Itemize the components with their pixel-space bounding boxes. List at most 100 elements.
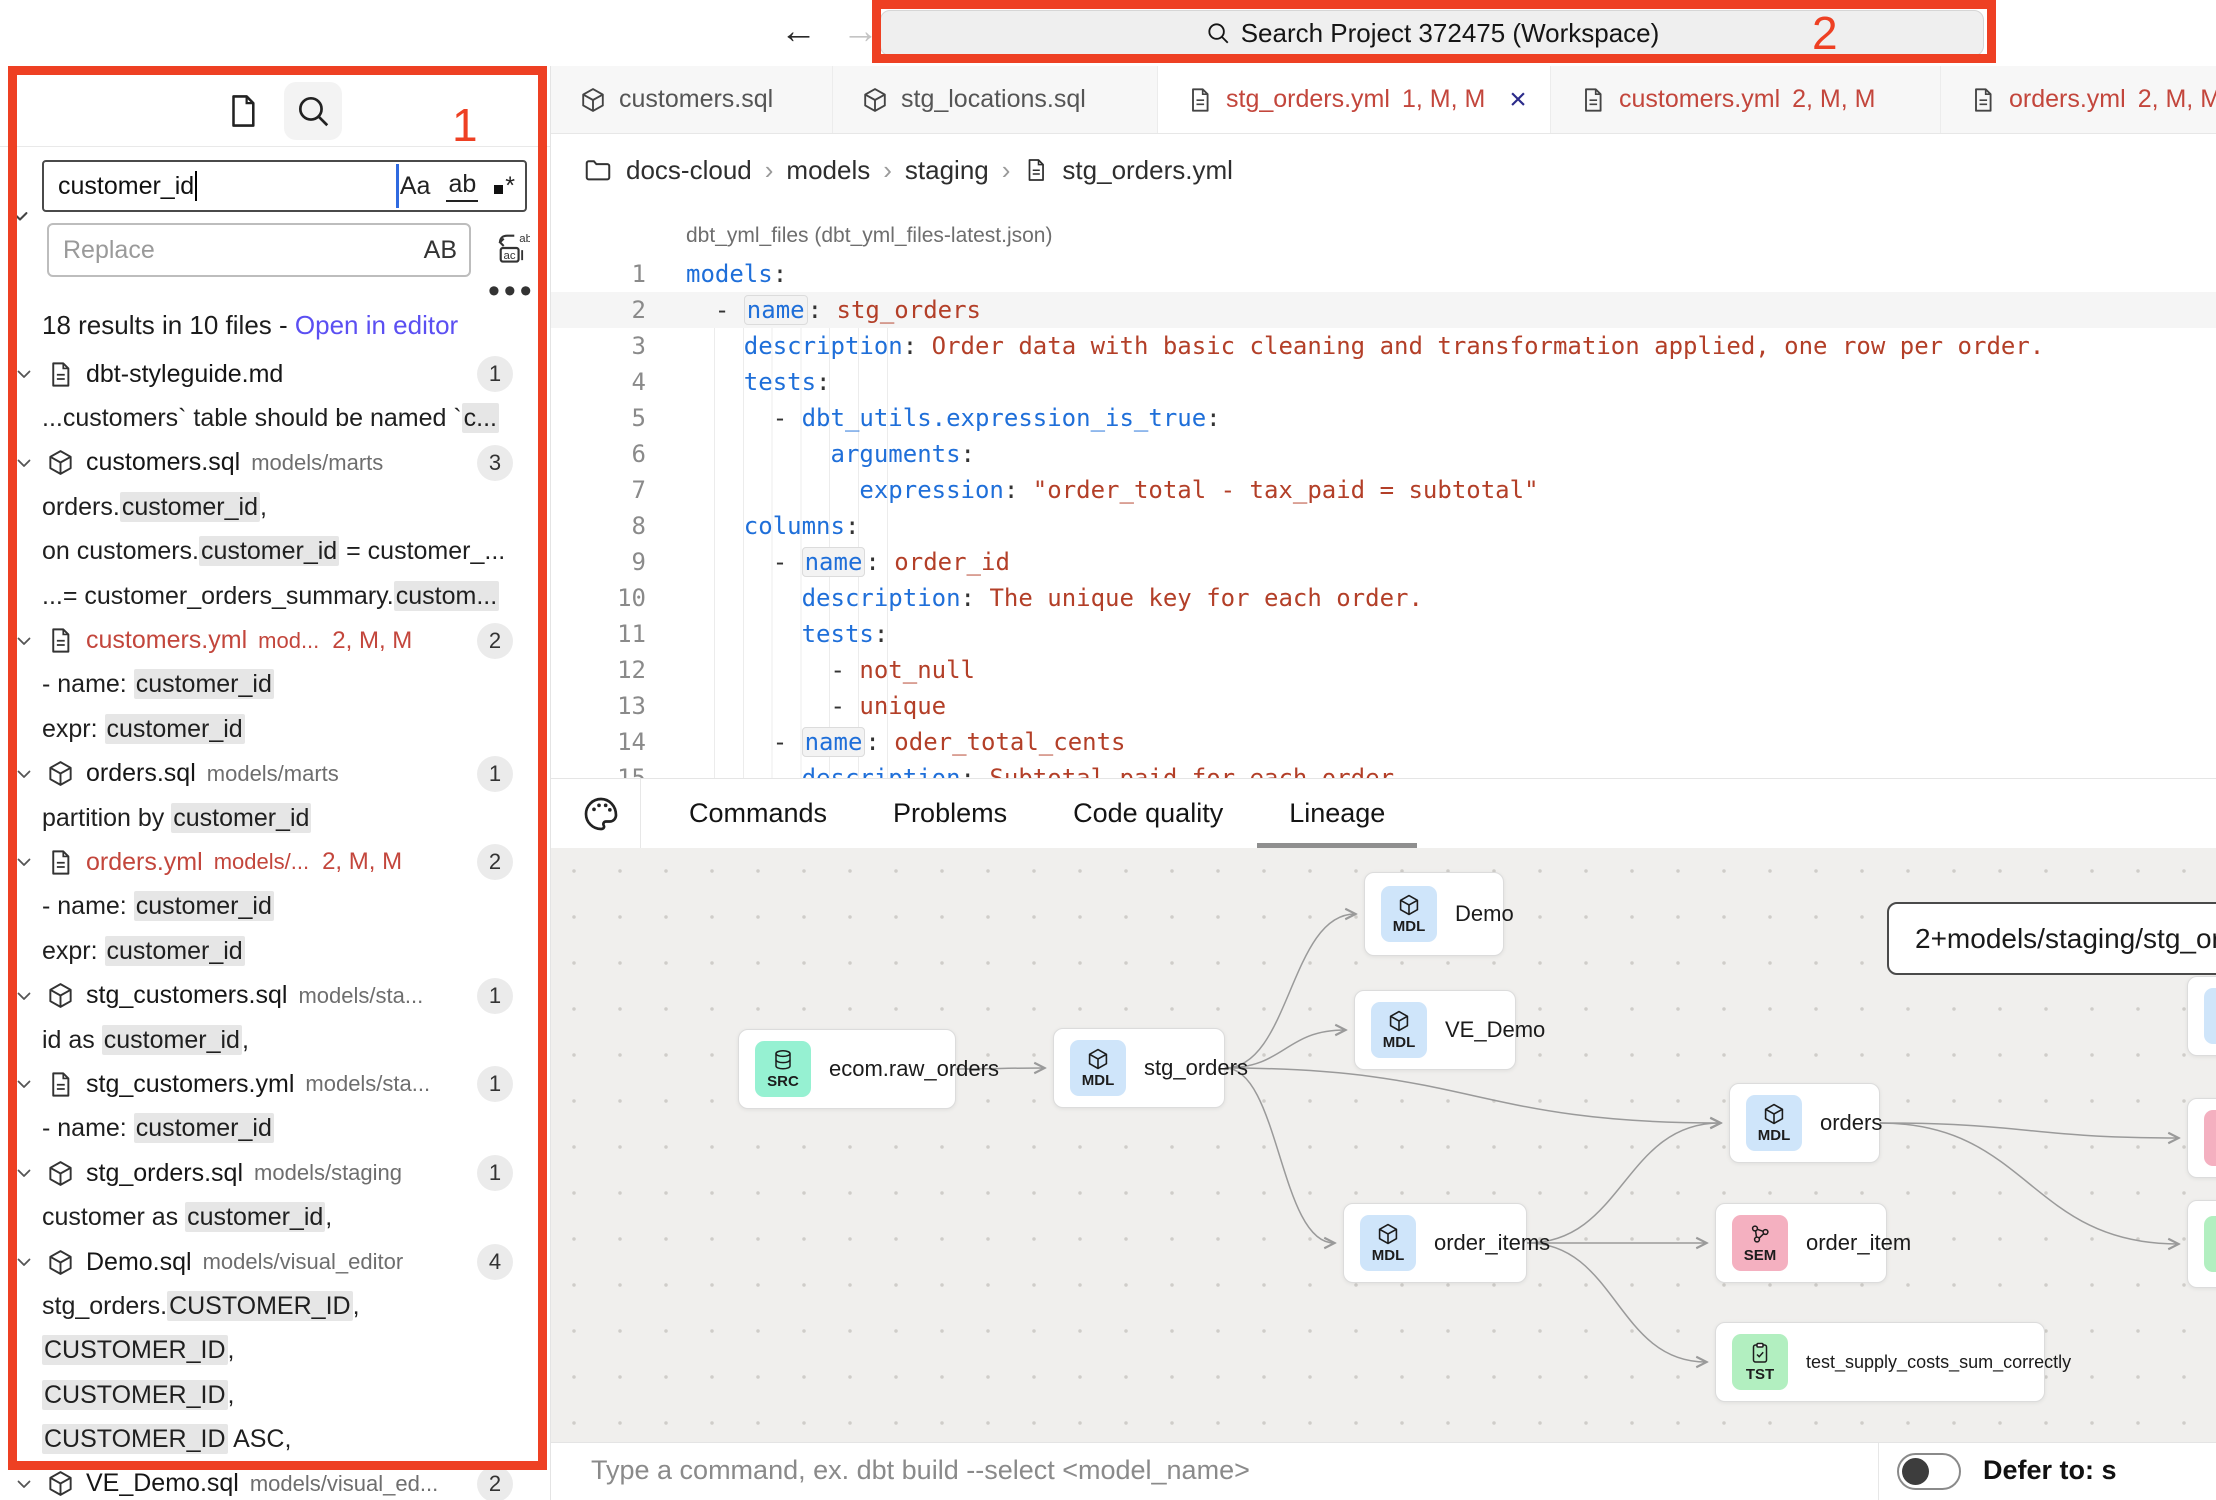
tst-icon [1748,1341,1772,1365]
result-file-row[interactable]: VE_Demo.sqlmodels/visual_ed...2 [0,1462,551,1500]
open-in-editor-link[interactable]: Open in editor [295,310,458,340]
tab-label: customers.sql [619,85,773,114]
result-match-row[interactable]: partition by customer_id [0,796,551,840]
editor-tabbar: customers.sql stg_locations.sqlstg_orders… [551,66,2216,134]
code-line-3: 3 description: Order data with basic cle… [551,328,2216,364]
lineage-node-raw_orders[interactable]: SRCecom.raw_orders [738,1029,956,1109]
breadcrumb-staging[interactable]: staging [905,155,989,186]
result-match-row[interactable]: CUSTOMER_ID ASC, [0,1417,551,1461]
result-file-row[interactable]: dbt-styleguide.md1 [0,352,551,396]
replace-all-button[interactable] [490,226,530,270]
result-match-row[interactable]: orders.customer_id, [0,485,551,529]
defer-toggle[interactable] [1897,1453,1961,1490]
search-view-button[interactable] [284,82,342,140]
replace-input[interactable]: Replace AB [47,223,471,277]
lineage-node-cut_mdl[interactable]: MDL [2187,976,2216,1056]
result-match-row[interactable]: - name: customer_id [0,885,551,929]
result-file-row[interactable]: orders.ymlmodels/...2, M, M2 [0,840,551,884]
lineage-node-stg_orders[interactable]: MDLstg_orders [1053,1028,1225,1108]
result-match-row[interactable]: - name: customer_id [0,663,551,707]
lineage-node-cut_tst[interactable]: TST [2187,1200,2216,1288]
result-match-row[interactable]: id as customer_id, [0,1018,551,1062]
tab-git-status: 2, M, M [2138,85,2216,114]
chevron-down-icon [12,1072,36,1096]
lineage-node-test_supply[interactable]: TSTtest_supply_costs_sum_correctly [1715,1322,2045,1402]
panel-tab-commands[interactable]: Commands [689,779,827,849]
more-actions-button[interactable]: ••• [488,272,536,311]
model-icon [46,1248,75,1277]
breadcrumb-file[interactable]: stg_orders.yml [1062,155,1233,186]
whole-word-toggle[interactable]: ab [446,170,478,202]
lineage-node-order_item[interactable]: SEMorder_item [1715,1203,1887,1283]
match-count-badge: 2 [477,1466,513,1500]
match-text: stg_orders.CUSTOMER_ID, [42,1292,360,1321]
lineage-selector-input[interactable]: 2+models/staging/stg_or [1887,902,2216,975]
search-input[interactable]: customer_id Aa ab * [42,160,527,212]
result-match-row[interactable]: expr: customer_id [0,929,551,973]
lineage-node-cut_sem[interactable]: SEM [2187,1098,2216,1178]
result-match-row[interactable]: ...= customer_orders_summary.custom... [0,574,551,618]
result-match-row[interactable]: expr: customer_id [0,707,551,751]
result-match-row[interactable]: on customers.customer_id = customer_... [0,530,551,574]
lineage-canvas[interactable]: SRCecom.raw_orders MDLstg_orders MDLDemo MD… [551,848,2216,1442]
result-file-row[interactable]: Demo.sqlmodels/visual_editor4 [0,1240,551,1284]
forward-arrow-icon[interactable]: → [842,8,879,54]
file-name: customers.yml [86,626,247,655]
node-type-badge: MDL [2204,988,2216,1044]
panel-tab-problems[interactable]: Problems [893,779,1007,849]
match-text: - name: customer_id [42,1114,274,1143]
results-summary: 18 results in 10 files - Open in editor [42,310,458,341]
tab-stg_orders-yml[interactable]: stg_orders.yml1, M, M× [1158,66,1551,133]
line-number: 11 [551,620,646,648]
node-label: ecom.raw_orders [829,1056,999,1082]
node-label: test_supply_costs_sum_correctly [1806,1352,2071,1373]
command-bar: Type a command, ex. dbt build --select <… [551,1442,2216,1500]
lineage-node-order_items[interactable]: MDLorder_items [1343,1203,1527,1283]
back-arrow-icon[interactable]: ← [780,8,817,54]
model-icon [579,86,607,114]
model-icon [46,448,75,477]
toggle-replace-button[interactable] [6,202,34,230]
line-number: 6 [551,440,646,468]
match-text: expr: customer_id [42,715,245,744]
result-file-row[interactable]: stg_orders.sqlmodels/staging1 [0,1151,551,1195]
result-match-row[interactable]: CUSTOMER_ID, [0,1373,551,1417]
tab-customers-yml[interactable]: customers.yml2, M, M [1551,66,1941,133]
regex-toggle[interactable]: * [494,172,515,201]
panel-tab-lineage[interactable]: Lineage [1289,779,1385,849]
breadcrumb-models[interactable]: models [786,155,870,186]
code-editor[interactable]: dbt_yml_files (dbt_yml_files-latest.json… [551,206,2216,778]
result-file-row[interactable]: customers.sqlmodels/marts3 [0,441,551,485]
lineage-node-orders[interactable]: MDLorders [1729,1083,1880,1163]
theme-palette-button[interactable] [581,794,621,834]
tab-orders-yml[interactable]: orders.yml2, M, M [1941,66,2216,133]
result-file-row[interactable]: stg_customers.sqlmodels/sta...1 [0,973,551,1017]
file-name: orders.yml [86,848,203,877]
mdl-icon [1376,1222,1400,1246]
breadcrumb-root[interactable]: docs-cloud [626,155,752,186]
lineage-node-ve_demo[interactable]: MDLVE_Demo [1354,990,1516,1070]
line-number: 7 [551,476,646,504]
command-input[interactable]: Type a command, ex. dbt build --select <… [591,1455,1250,1486]
panel-tab-code-quality[interactable]: Code quality [1073,779,1223,849]
preserve-case-toggle[interactable]: AB [424,236,457,265]
tab-stg_locations-sql[interactable]: stg_locations.sql [833,66,1158,133]
project-search-bar[interactable]: Search Project 372475 (Workspace) [880,10,1984,56]
lineage-node-demo[interactable]: MDLDemo [1364,872,1504,956]
new-file-button[interactable] [214,82,272,140]
node-type-badge: TST [2204,1216,2216,1272]
result-match-row[interactable]: customer as customer_id, [0,1195,551,1239]
breadcrumb-separator: › [765,155,774,186]
match-case-toggle[interactable]: Aa [400,172,431,201]
result-match-row[interactable]: stg_orders.CUSTOMER_ID, [0,1284,551,1328]
result-match-row[interactable]: ...customers` table should be named `c..… [0,396,551,440]
top-bar: ← → Search Project 372475 (Workspace) [0,0,2216,66]
tab-customers-sql[interactable]: customers.sql [551,66,833,133]
result-match-row[interactable]: CUSTOMER_ID, [0,1329,551,1373]
match-count-badge: 1 [477,356,513,392]
close-icon[interactable]: × [1509,83,1527,117]
result-match-row[interactable]: - name: customer_id [0,1107,551,1151]
result-file-row[interactable]: stg_customers.ymlmodels/sta...1 [0,1062,551,1106]
result-file-row[interactable]: orders.sqlmodels/marts1 [0,752,551,796]
result-file-row[interactable]: customers.ymlmod...2, M, M2 [0,618,551,662]
